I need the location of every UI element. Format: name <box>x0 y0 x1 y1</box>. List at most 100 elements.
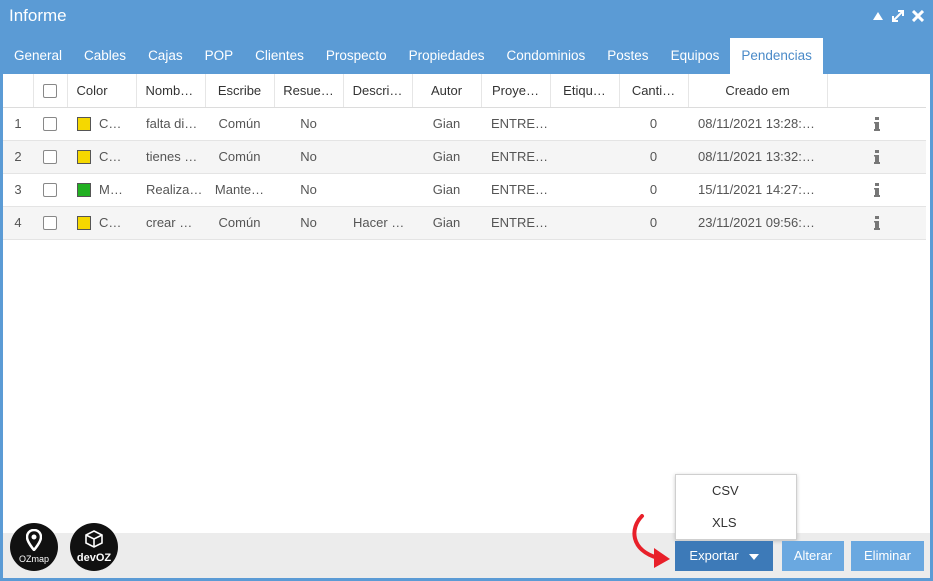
cell-proyecto: ENTRE… <box>481 173 550 207</box>
report-window: Informe General Cables Cajas POP Cliente… <box>0 0 933 581</box>
info-icon[interactable] <box>873 117 881 132</box>
select-all-header <box>33 74 68 108</box>
cell-autor: Gian <box>412 107 481 141</box>
tab-cajas[interactable]: Cajas <box>137 38 194 74</box>
devoz-logo-text: devOZ <box>76 552 112 564</box>
cell-resuelto: No <box>274 173 343 207</box>
cell-cantidad: 0 <box>619 206 688 240</box>
cell-resuelto: No <box>274 140 343 174</box>
info-icon[interactable] <box>873 216 881 231</box>
tab-prospecto[interactable]: Prospecto <box>315 38 398 74</box>
cell-proyecto: ENTRE… <box>481 107 550 141</box>
cell-autor: Gian <box>412 173 481 207</box>
color-swatch <box>77 216 91 231</box>
minimize-icon[interactable] <box>871 9 885 23</box>
tab-bar: General Cables Cajas POP Clientes Prospe… <box>3 38 930 74</box>
col-header-descripcion[interactable]: Descri… <box>343 74 413 108</box>
info-icon[interactable] <box>873 150 881 165</box>
export-button-label: Exportar <box>689 548 739 563</box>
row-number: 1 <box>3 107 33 141</box>
tab-clientes[interactable]: Clientes <box>244 38 315 74</box>
table-row[interactable]: 3 M… Realiza… Mante… No Gian ENTRE… 0 15… <box>3 173 926 207</box>
cell-escribe: Común <box>205 107 274 141</box>
table-row[interactable]: 2 C… tienes … Común No Gian ENTRE… 0 08/… <box>3 140 926 174</box>
cell-creado: 08/11/2021 13:28:… <box>688 107 827 141</box>
color-label: C… <box>99 148 122 164</box>
cell-cantidad: 0 <box>619 173 688 207</box>
cube-icon <box>85 530 103 548</box>
color-label: C… <box>99 115 122 131</box>
caret-down-icon <box>748 553 759 560</box>
export-xls-option[interactable]: XLS <box>676 507 796 539</box>
tab-pop[interactable]: POP <box>194 38 245 74</box>
cell-escribe: Mante… <box>205 173 274 207</box>
ozmap-logo-text: OZmap <box>18 554 49 564</box>
col-header-etiqueta[interactable]: Etiqu… <box>550 74 620 108</box>
title-bar: Informe <box>0 0 933 34</box>
cell-escribe: Común <box>205 140 274 174</box>
tab-general[interactable]: General <box>3 38 73 74</box>
cell-descripcion <box>343 173 412 207</box>
cell-etiqueta <box>550 140 619 174</box>
col-header-cantidad[interactable]: Canti… <box>619 74 689 108</box>
row-checkbox[interactable] <box>43 183 57 198</box>
pendencias-table: Color Nomb… Escribe Resue… Descri… Autor… <box>3 74 926 240</box>
export-dropdown-menu: CSV XLS <box>675 474 797 540</box>
window-controls <box>871 0 925 32</box>
cell-etiqueta <box>550 206 619 240</box>
alter-button[interactable]: Alterar <box>782 541 844 571</box>
cell-resuelto: No <box>274 107 343 141</box>
export-csv-option[interactable]: CSV <box>676 475 796 507</box>
color-swatch <box>77 183 91 198</box>
tab-propiedades[interactable]: Propiedades <box>398 38 496 74</box>
tab-equipos[interactable]: Equipos <box>660 38 731 74</box>
tab-cables[interactable]: Cables <box>73 38 137 74</box>
col-header-autor[interactable]: Autor <box>412 74 482 108</box>
ozmap-logo: OZmap <box>10 523 58 571</box>
cell-proyecto: ENTRE… <box>481 140 550 174</box>
col-header-creado[interactable]: Creado em <box>688 74 828 108</box>
close-icon[interactable] <box>911 9 925 23</box>
cell-cantidad: 0 <box>619 140 688 174</box>
row-number-header <box>3 74 34 108</box>
col-header-color[interactable]: Color <box>67 74 137 108</box>
row-checkbox[interactable] <box>43 117 57 132</box>
color-swatch <box>77 150 91 165</box>
table-row[interactable]: 1 C… falta di… Común No Gian ENTRE… 0 08… <box>3 107 926 141</box>
cell-nombre: tienes … <box>136 140 205 174</box>
tab-condominios[interactable]: Condominios <box>495 38 596 74</box>
color-label: C… <box>99 214 122 230</box>
cell-etiqueta <box>550 173 619 207</box>
col-header-nombre[interactable]: Nomb… <box>136 74 206 108</box>
info-icon[interactable] <box>873 183 881 198</box>
window-title: Informe <box>9 6 67 25</box>
row-number: 3 <box>3 173 33 207</box>
col-header-resuelto[interactable]: Resue… <box>274 74 344 108</box>
select-all-checkbox[interactable] <box>43 84 57 99</box>
cell-descripcion <box>343 107 412 141</box>
cell-autor: Gian <box>412 206 481 240</box>
table-row[interactable]: 4 C… crear … Común No Hacer … Gian ENTRE… <box>3 206 926 240</box>
tab-pendencias[interactable]: Pendencias <box>730 38 823 74</box>
cell-proyecto: ENTRE… <box>481 206 550 240</box>
cell-nombre: Realiza… <box>136 173 205 207</box>
cell-descripcion: Hacer … <box>343 206 412 240</box>
tab-postes[interactable]: Postes <box>596 38 659 74</box>
row-number: 2 <box>3 140 33 174</box>
row-number: 4 <box>3 206 33 240</box>
cell-escribe: Común <box>205 206 274 240</box>
cell-etiqueta <box>550 107 619 141</box>
export-button[interactable]: Exportar <box>675 541 773 571</box>
cell-cantidad: 0 <box>619 107 688 141</box>
devoz-logo: devOZ <box>70 523 118 571</box>
cell-creado: 15/11/2021 14:27:… <box>688 173 827 207</box>
cell-descripcion <box>343 140 412 174</box>
expand-icon[interactable] <box>891 9 905 23</box>
col-header-escribe[interactable]: Escribe <box>205 74 275 108</box>
cell-creado: 23/11/2021 09:56:… <box>688 206 827 240</box>
col-header-proyecto[interactable]: Proye… <box>481 74 551 108</box>
row-checkbox[interactable] <box>43 150 57 165</box>
row-checkbox[interactable] <box>43 216 57 231</box>
cell-resuelto: No <box>274 206 343 240</box>
delete-button[interactable]: Eliminar <box>851 541 924 571</box>
